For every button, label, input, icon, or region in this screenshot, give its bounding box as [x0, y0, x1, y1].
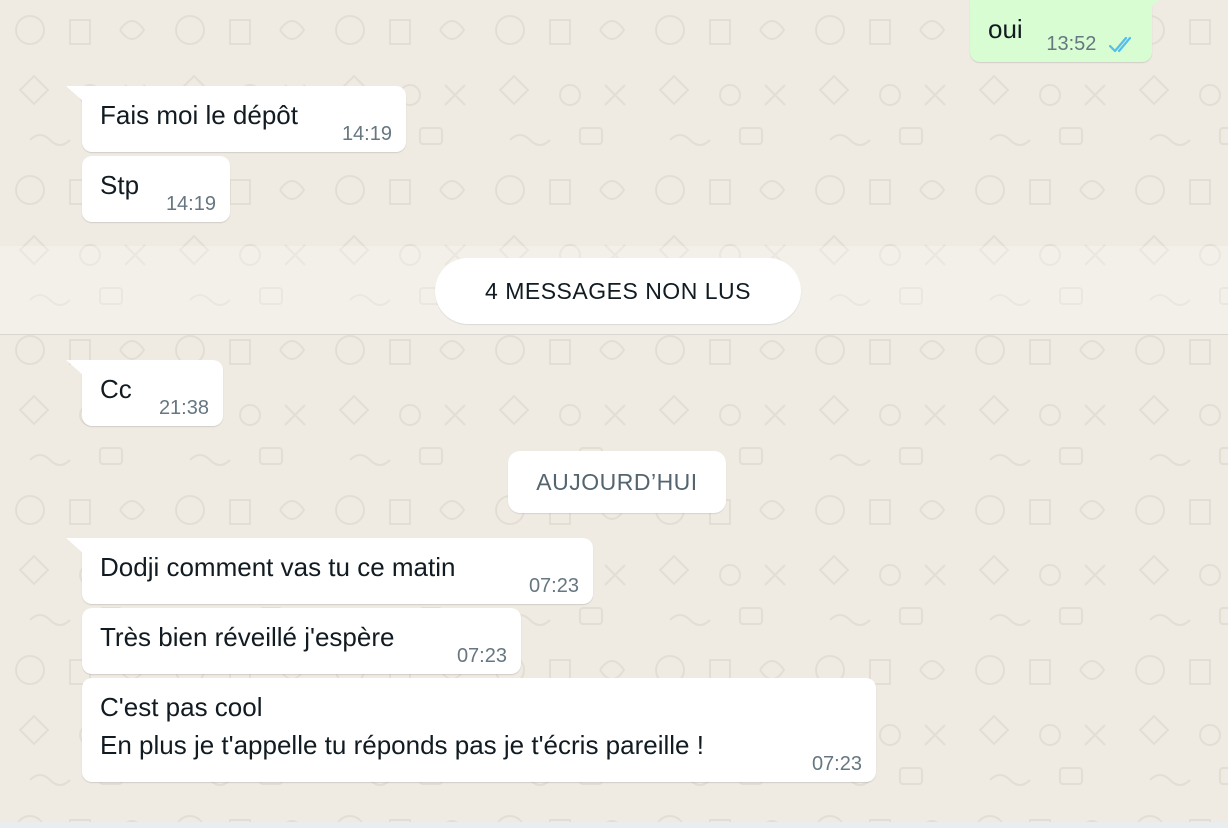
incoming-message[interactable]: Dodji comment vas tu ce matin 07:23 [66, 538, 593, 604]
message-text: Fais moi le dépôt [100, 100, 298, 130]
incoming-message[interactable]: Fais moi le dépôt 14:19 [66, 86, 406, 152]
message-meta: 13:52 [1046, 32, 1138, 56]
bubble-tail-icon [66, 538, 84, 554]
incoming-message[interactable]: Cc 21:38 [66, 360, 223, 426]
incoming-message[interactable]: C'est pas cool En plus je t'appelle tu r… [82, 678, 876, 782]
message-time: 07:23 [528, 575, 579, 597]
message-time: 14:19 [165, 193, 216, 215]
composer-edge [0, 822, 1228, 828]
message-text: Cc [100, 374, 132, 404]
message-text: Dodji comment vas tu ce matin [100, 552, 456, 582]
message-time: 07:23 [811, 753, 862, 775]
message-time: 07:23 [456, 645, 507, 667]
incoming-message[interactable]: Stp 14:19 [82, 156, 230, 222]
unread-messages-indicator: 4 MESSAGES NON LUS [435, 258, 801, 324]
message-text-line: C'est pas cool [100, 692, 263, 722]
message-text: oui [988, 14, 1023, 44]
message-time: 21:38 [158, 397, 209, 419]
message-text-line: En plus je t'appelle tu réponds pas je t… [100, 730, 704, 760]
message-time: 14:19 [341, 123, 392, 145]
incoming-message[interactable]: Très bien réveillé j'espère 07:23 [82, 608, 521, 674]
double-check-icon [1108, 36, 1132, 52]
bubble-tail-icon [1150, 0, 1159, 8]
bubble-tail-icon [66, 86, 84, 102]
message-time: 13:52 [1046, 33, 1097, 55]
outgoing-message[interactable]: oui 13:52 [970, 0, 1159, 62]
chat-pane[interactable]: oui 13:52 Fais moi le dépôt 14:19 Stp 14… [0, 0, 1228, 828]
bubble-tail-icon [66, 360, 84, 376]
message-text: Stp [100, 170, 140, 200]
date-separator: AUJOURD’HUI [508, 451, 726, 513]
message-text: Très bien réveillé j'espère [100, 622, 395, 652]
